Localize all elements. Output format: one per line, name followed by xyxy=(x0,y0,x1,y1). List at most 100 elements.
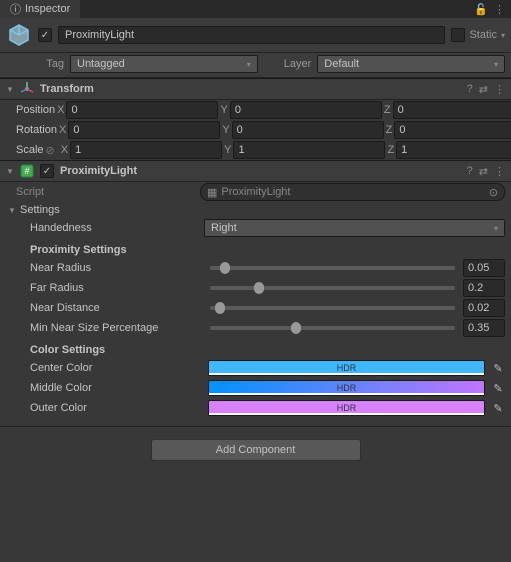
link-icon[interactable]: ⊘ xyxy=(46,144,55,157)
help-icon[interactable]: ? xyxy=(467,83,473,95)
script-value: ProximityLight xyxy=(221,186,290,198)
hdr-badge: HDR xyxy=(337,363,357,373)
far-radius-row: Far Radius xyxy=(0,278,511,298)
layer-value: Default xyxy=(324,58,359,70)
name-input[interactable] xyxy=(58,26,445,44)
eyedropper-icon[interactable]: ✎ xyxy=(491,402,505,415)
chevron-down-icon: ▾ xyxy=(247,60,251,69)
hdr-badge: HDR xyxy=(337,383,357,393)
handedness-label: Handedness xyxy=(30,222,202,234)
static-toggle[interactable]: Static ▾ xyxy=(451,28,505,42)
scale-x-input[interactable] xyxy=(70,141,222,159)
eyedropper-icon[interactable]: ✎ xyxy=(491,382,505,395)
foldout-icon[interactable]: ▼ xyxy=(8,206,16,215)
static-dropdown-icon[interactable]: ▾ xyxy=(501,31,505,40)
position-z-input[interactable] xyxy=(393,101,511,119)
preset-icon[interactable]: ⇄ xyxy=(479,165,488,178)
enabled-checkbox[interactable] xyxy=(38,28,52,42)
y-label: Y xyxy=(222,124,229,136)
tag-dropdown[interactable]: Untagged ▾ xyxy=(70,55,258,73)
center-color-label: Center Color xyxy=(30,362,202,374)
help-icon[interactable]: ? xyxy=(467,165,473,177)
min-near-input[interactable] xyxy=(463,319,505,337)
y-label: Y xyxy=(220,104,227,116)
handedness-value: Right xyxy=(211,222,237,234)
near-distance-slider[interactable] xyxy=(210,306,455,310)
foldout-icon[interactable]: ▼ xyxy=(6,167,14,176)
inspector-tab[interactable]: ⓘ Inspector xyxy=(0,0,80,18)
script-icon: # xyxy=(20,164,34,178)
position-y-input[interactable] xyxy=(230,101,382,119)
min-near-row: Min Near Size Percentage xyxy=(0,318,511,338)
script-field: ▦ ProximityLight ⊙ xyxy=(200,183,505,201)
kebab-icon[interactable]: ⋮ xyxy=(494,3,505,16)
position-label: Position xyxy=(16,104,55,116)
far-radius-input[interactable] xyxy=(463,279,505,297)
object-picker-icon[interactable]: ⊙ xyxy=(489,186,498,199)
rotation-z-input[interactable] xyxy=(394,121,511,139)
rotation-label: Rotation xyxy=(16,124,57,136)
rotation-row: Rotation X Y Z xyxy=(0,120,511,140)
add-component-button[interactable]: Add Component xyxy=(151,439,361,461)
tab-bar: ⓘ Inspector 🔓 ⋮ xyxy=(0,0,511,18)
middle-color-swatch[interactable]: HDR xyxy=(208,380,485,396)
near-distance-row: Near Distance xyxy=(0,298,511,318)
scale-y-input[interactable] xyxy=(233,141,385,159)
x-label: X xyxy=(61,144,68,156)
near-distance-label: Near Distance xyxy=(30,302,202,314)
outer-color-label: Outer Color xyxy=(30,402,202,414)
z-label: Z xyxy=(386,124,393,136)
kebab-icon[interactable]: ⋮ xyxy=(494,165,505,178)
handedness-row: Handedness Right ▾ xyxy=(0,218,511,238)
near-distance-input[interactable] xyxy=(463,299,505,317)
y-label: Y xyxy=(224,144,231,156)
component-enabled-checkbox[interactable] xyxy=(40,164,54,178)
info-icon: ⓘ xyxy=(10,1,21,17)
near-radius-slider[interactable] xyxy=(210,266,455,270)
x-label: X xyxy=(57,104,64,116)
position-x-input[interactable] xyxy=(66,101,218,119)
proximitylight-title: ProximityLight xyxy=(60,165,461,177)
chevron-down-icon: ▾ xyxy=(494,224,498,233)
preset-icon[interactable]: ⇄ xyxy=(479,83,488,96)
cube-icon[interactable] xyxy=(6,22,32,48)
lock-icon[interactable]: 🔓 xyxy=(474,3,488,16)
eyedropper-icon[interactable]: ✎ xyxy=(491,362,505,375)
tag-value: Untagged xyxy=(77,58,125,70)
scale-z-input[interactable] xyxy=(396,141,511,159)
kebab-icon[interactable]: ⋮ xyxy=(494,83,505,96)
near-radius-input[interactable] xyxy=(463,259,505,277)
static-checkbox[interactable] xyxy=(451,28,465,42)
settings-foldout[interactable]: ▼ Settings xyxy=(0,202,511,218)
scale-label: Scale xyxy=(16,144,44,156)
foldout-icon[interactable]: ▼ xyxy=(6,85,14,94)
outer-color-swatch[interactable]: HDR xyxy=(208,400,485,416)
hdr-badge: HDR xyxy=(337,403,357,413)
far-radius-label: Far Radius xyxy=(30,282,202,294)
near-radius-row: Near Radius xyxy=(0,258,511,278)
transform-header[interactable]: ▼ Transform ? ⇄ ⋮ xyxy=(0,78,511,100)
proximitylight-header[interactable]: ▼ # ProximityLight ? ⇄ ⋮ xyxy=(0,160,511,182)
color-settings-heading: Color Settings xyxy=(0,338,511,358)
center-color-swatch[interactable]: HDR xyxy=(208,360,485,376)
tab-title: Inspector xyxy=(25,3,70,15)
svg-text:#: # xyxy=(24,166,29,176)
middle-color-label: Middle Color xyxy=(30,382,202,394)
z-label: Z xyxy=(387,144,394,156)
near-radius-label: Near Radius xyxy=(30,262,202,274)
static-label: Static xyxy=(469,29,497,41)
position-row: Position X Y Z xyxy=(0,100,511,120)
settings-label: Settings xyxy=(20,204,60,216)
script-file-icon: ▦ xyxy=(207,186,217,199)
min-near-slider[interactable] xyxy=(210,326,455,330)
tag-label: Tag xyxy=(40,58,64,70)
rotation-x-input[interactable] xyxy=(68,121,220,139)
far-radius-slider[interactable] xyxy=(210,286,455,290)
layer-dropdown[interactable]: Default ▾ xyxy=(317,55,505,73)
outer-color-row: Outer Color HDR ✎ xyxy=(0,398,511,418)
rotation-y-input[interactable] xyxy=(232,121,384,139)
z-label: Z xyxy=(384,104,391,116)
handedness-dropdown[interactable]: Right ▾ xyxy=(204,219,505,237)
x-label: X xyxy=(59,124,66,136)
scale-row: Scale ⊘ X Y Z xyxy=(0,140,511,160)
